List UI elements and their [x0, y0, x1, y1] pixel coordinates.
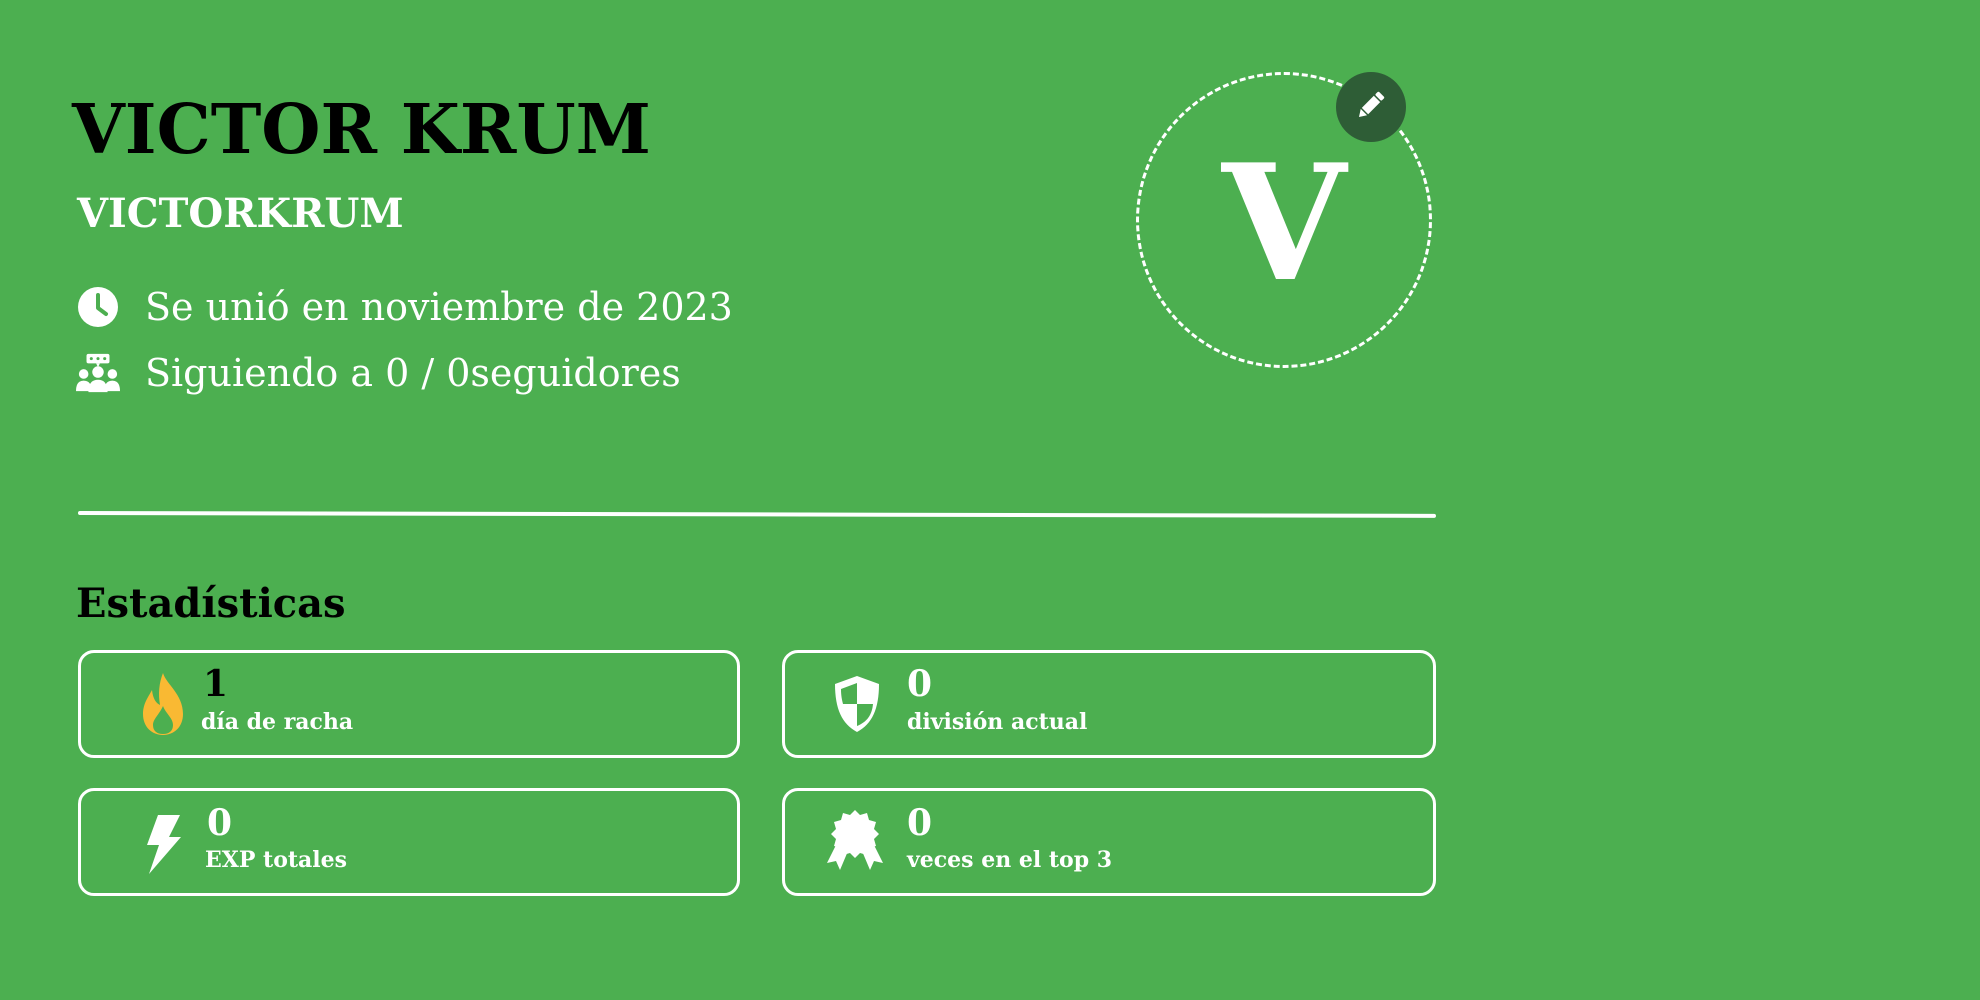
avatar-initial: V [1221, 129, 1347, 317]
edit-avatar-button[interactable] [1336, 72, 1406, 142]
stat-label-streak: día de racha [201, 709, 354, 735]
pencil-icon [1353, 87, 1389, 127]
stat-card-top3: 0 veces en el top 3 [782, 788, 1436, 896]
stat-card-streak: 1 día de racha [78, 650, 740, 758]
award-icon [823, 807, 887, 877]
stat-label-top3: veces en el top 3 [907, 847, 1113, 873]
clock-icon [76, 285, 120, 329]
joined-date-text: Se unió en noviembre de 2023 [145, 285, 733, 329]
follow-stats-text[interactable]: Siguiendo a 0 / 0seguidores [145, 351, 681, 395]
lightning-icon [131, 809, 195, 879]
stat-value-top3: 0 [907, 802, 933, 844]
stat-card-exp: 0 EXP totales [78, 788, 740, 896]
stat-value-exp: 0 [207, 802, 233, 844]
stat-value-streak: 1 [203, 663, 229, 705]
fire-icon [131, 669, 195, 739]
profile-username: VICTORKRUM [77, 190, 404, 237]
follow-stats-row[interactable]: Siguiendo a 0 / 0seguidores [76, 347, 681, 399]
stat-label-division: división actual [907, 709, 1088, 735]
section-divider [77, 511, 1437, 518]
joined-date-row: Se unió en noviembre de 2023 [76, 281, 733, 333]
stat-card-division: 0 división actual [782, 650, 1436, 758]
stat-label-exp: EXP totales [205, 847, 348, 873]
stats-title: Estadísticas [76, 580, 346, 627]
shield-icon [825, 669, 889, 739]
users-icon [76, 351, 120, 395]
profile-name: VICTOR KRUM [72, 90, 651, 170]
stat-value-division: 0 [907, 663, 933, 705]
